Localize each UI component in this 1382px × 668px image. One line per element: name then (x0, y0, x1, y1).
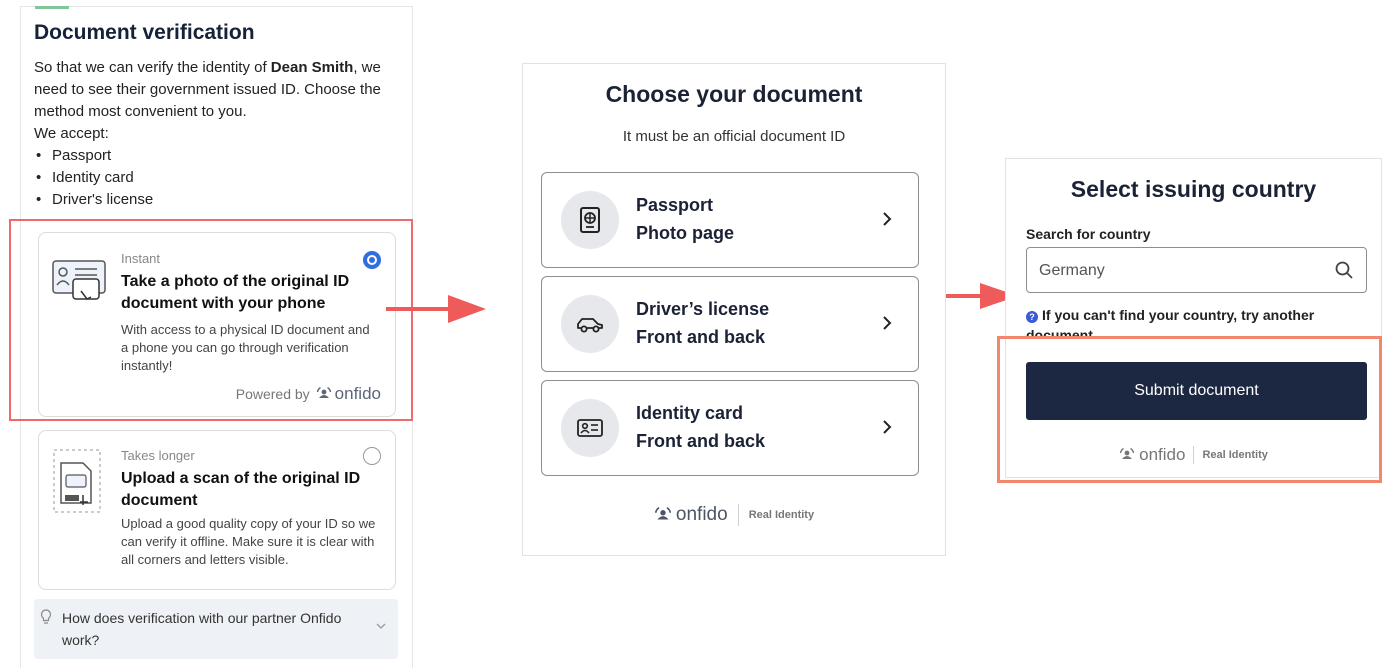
highlight-box-red (9, 219, 413, 421)
faq-question: How does verification with our partner O… (62, 610, 342, 648)
user-name: Dean Smith (270, 59, 354, 76)
document-name: Driver’s license (636, 299, 770, 319)
chevron-down-icon (376, 623, 386, 629)
id-card-icon (577, 419, 603, 437)
onfido-mark-icon (654, 507, 671, 520)
lightbulb-icon (40, 609, 52, 624)
panel-title: Select issuing country (1070, 176, 1317, 202)
country-search-input[interactable]: Germany (1026, 247, 1367, 293)
chevron-right-icon (883, 316, 892, 330)
panel-footer: onfido Real Identity (523, 504, 945, 526)
tagline: Real Identity (748, 509, 815, 521)
document-option-identity-card[interactable]: Identity card Front and back (541, 380, 919, 476)
accept-label: We accept: (34, 125, 109, 142)
document-sides: Front and back (636, 327, 766, 347)
chevron-right-icon (883, 420, 892, 434)
faq-accordion[interactable]: How does verification with our partner O… (34, 599, 398, 659)
list-item: Driver's license (34, 189, 153, 211)
chevron-right-icon (883, 212, 892, 226)
option-description: Upload a good quality copy of your ID so… (121, 516, 376, 567)
onfido-logo: onfido (654, 504, 728, 526)
panel-title: Choose your document (605, 81, 863, 107)
car-icon (577, 318, 603, 333)
option-tag: Takes longer (121, 448, 195, 463)
document-option-passport[interactable]: Passport Photo page (541, 172, 919, 268)
passport-icon (580, 207, 600, 233)
option-title: Upload a scan of the original ID documen… (121, 470, 361, 509)
intro-text: So that we can verify the identity of De… (34, 59, 381, 120)
arrow-right-icon (386, 295, 486, 323)
document-sides: Photo page (636, 223, 734, 243)
radio-unselected[interactable] (363, 447, 381, 465)
panel-subtitle: It must be an official document ID (622, 128, 846, 145)
list-item: Passport (34, 145, 153, 167)
search-value: Germany (1039, 262, 1105, 279)
document-name: Passport (636, 195, 714, 215)
country-hint-link[interactable]: ? If you can't find your country, try ano… (1026, 305, 1346, 337)
accepted-documents-list: Passport Identity card Driver's license (34, 145, 153, 211)
search-label: Search for country (1026, 226, 1151, 242)
progress-indicator (35, 6, 69, 9)
document-option-drivers-license[interactable]: Driver’s license Front and back (541, 276, 919, 372)
divider (737, 504, 739, 526)
document-name: Identity card (636, 403, 744, 423)
highlight-box-orange (997, 336, 1382, 483)
document-sides: Front and back (636, 431, 766, 451)
search-icon (1335, 261, 1353, 279)
list-item: Identity card (34, 167, 153, 189)
help-icon: ? (1026, 311, 1038, 323)
choose-document-panel: Choose your document It must be an offic… (522, 63, 946, 556)
pdf-upload-icon (53, 449, 101, 513)
option-upload-scan[interactable]: Takes longer Upload a scan of the origin… (38, 430, 396, 590)
page-title: Document verification (34, 21, 255, 44)
